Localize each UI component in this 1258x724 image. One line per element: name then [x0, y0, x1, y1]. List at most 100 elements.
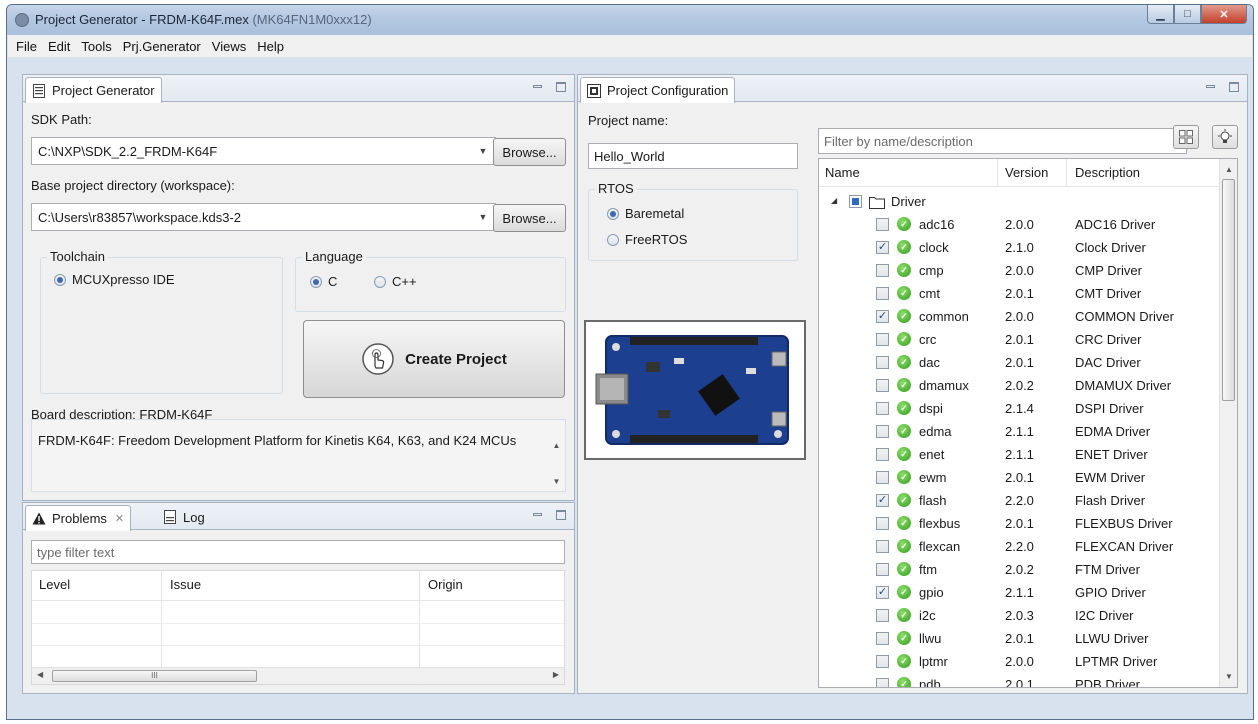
driver-row[interactable]: ✓ ✓ gpio 2.1.1 GPIO Driver	[819, 582, 1237, 605]
tab-project-configuration[interactable]: Project Configuration	[580, 77, 736, 103]
drivers-scrollbar[interactable]: ▲ ▼	[1219, 159, 1237, 687]
workspace-combo[interactable]: C:\Users\r83857\workspace.kds3-2 ▼	[31, 203, 496, 231]
driver-row[interactable]: ✓ crc 2.0.1 CRC Driver	[819, 329, 1237, 352]
minimize-button[interactable]: ▁	[1147, 5, 1174, 24]
driver-checkbox[interactable]: ✓	[876, 586, 889, 599]
driver-row[interactable]: ✓ flexbus 2.0.1 FLEXBUS Driver	[819, 513, 1237, 536]
project-name-input[interactable]: Hello_World	[588, 143, 798, 169]
maximize-view-icon[interactable]	[556, 82, 566, 92]
scroll-right-icon[interactable]: ▶	[553, 670, 559, 679]
maximize-button[interactable]: □	[1174, 5, 1201, 24]
language-c-radio[interactable]: C	[310, 274, 337, 289]
driver-row[interactable]: ✓ ✓ clock 2.1.0 Clock Driver	[819, 237, 1237, 260]
menu-help[interactable]: Help	[257, 39, 284, 54]
driver-checkbox[interactable]	[876, 402, 889, 415]
column-origin[interactable]: Origin	[428, 577, 463, 592]
driver-row[interactable]: ✓ flexcan 2.2.0 FLEXCAN Driver	[819, 536, 1237, 559]
driver-row[interactable]: ✓ pdb 2.0.1 PDB Driver	[819, 674, 1237, 687]
chevron-down-icon[interactable]: ▼	[471, 204, 495, 230]
driver-checkbox[interactable]	[876, 356, 889, 369]
tab-log[interactable]: Log	[157, 505, 211, 529]
driver-row[interactable]: ✓ lptmr 2.0.0 LPTMR Driver	[819, 651, 1237, 674]
column-name[interactable]: Name	[825, 165, 860, 180]
driver-row[interactable]: ✓ adc16 2.0.0 ADC16 Driver	[819, 214, 1237, 237]
toolchain-mcuxpresso-radio[interactable]: MCUXpresso IDE	[54, 272, 175, 287]
driver-row[interactable]: ✓ ftm 2.0.2 FTM Driver	[819, 559, 1237, 582]
driver-checkbox[interactable]	[876, 448, 889, 461]
minimize-view-icon[interactable]	[533, 513, 542, 516]
scroll-up-icon[interactable]: ▲	[548, 438, 565, 454]
tree-root-driver[interactable]: ◢ Driver	[819, 191, 1237, 214]
expand-arrow-icon[interactable]: ◢	[831, 196, 837, 205]
driver-checkbox[interactable]	[876, 609, 889, 622]
driver-row[interactable]: ✓ cmp 2.0.0 CMP Driver	[819, 260, 1237, 283]
driver-row[interactable]: ✓ i2c 2.0.3 I2C Driver	[819, 605, 1237, 628]
grid-view-button[interactable]	[1173, 125, 1199, 149]
maximize-view-icon[interactable]	[556, 510, 566, 520]
minimize-view-icon[interactable]	[1206, 85, 1215, 88]
scroll-thumb[interactable]	[1222, 179, 1235, 401]
menu-edit[interactable]: Edit	[48, 39, 70, 54]
column-description[interactable]: Description	[1075, 165, 1140, 180]
scroll-up-icon[interactable]: ▲	[1225, 165, 1233, 174]
tab-problems[interactable]: Problems ✕	[25, 505, 132, 531]
driver-checkbox[interactable]	[876, 333, 889, 346]
maximize-view-icon[interactable]	[1229, 82, 1239, 92]
driver-row[interactable]: ✓ dspi 2.1.4 DSPI Driver	[819, 398, 1237, 421]
driver-row[interactable]: ✓ dmamux 2.0.2 DMAMUX Driver	[819, 375, 1237, 398]
driver-checkbox[interactable]: ✓	[876, 494, 889, 507]
driver-row[interactable]: ✓ edma 2.1.1 EDMA Driver	[819, 421, 1237, 444]
driver-checkbox[interactable]	[876, 655, 889, 668]
menu-prj-generator[interactable]: Prj.Generator	[123, 39, 201, 54]
scroll-down-icon[interactable]: ▼	[1225, 672, 1233, 681]
menu-views[interactable]: Views	[212, 39, 246, 54]
workspace-browse-button[interactable]: Browse...	[493, 204, 566, 232]
create-project-button[interactable]: Create Project	[303, 320, 565, 398]
close-button[interactable]: ✕	[1201, 5, 1247, 24]
driver-checkbox[interactable]	[876, 632, 889, 645]
component-filter-input[interactable]: Filter by name/description	[818, 128, 1187, 154]
title-bar[interactable]: Project Generator - FRDM-K64F.mex (MK64F…	[7, 5, 1253, 35]
minimize-view-icon[interactable]	[533, 85, 542, 88]
column-level[interactable]: Level	[39, 577, 70, 592]
driver-checkbox[interactable]	[876, 379, 889, 392]
column-version[interactable]: Version	[1005, 165, 1048, 180]
board-description-scrollbar[interactable]: ▲ ▼	[548, 420, 565, 491]
driver-row[interactable]: ✓ dac 2.0.1 DAC Driver	[819, 352, 1237, 375]
driver-checkbox[interactable]: ✓	[876, 310, 889, 323]
sdk-browse-button[interactable]: Browse...	[493, 138, 566, 166]
driver-row[interactable]: ✓ cmt 2.0.1 CMT Driver	[819, 283, 1237, 306]
driver-row[interactable]: ✓ ✓ common 2.0.0 COMMON Driver	[819, 306, 1237, 329]
driver-checkbox[interactable]	[876, 218, 889, 231]
driver-checkbox[interactable]	[876, 517, 889, 530]
driver-checkbox[interactable]	[876, 563, 889, 576]
problems-hscrollbar[interactable]: ◀ III ▶	[32, 667, 564, 684]
chevron-down-icon[interactable]: ▼	[471, 138, 495, 164]
scroll-down-icon[interactable]: ▼	[548, 474, 565, 490]
menu-file[interactable]: File	[16, 39, 37, 54]
driver-checkbox[interactable]	[876, 287, 889, 300]
driver-checkbox[interactable]	[876, 425, 889, 438]
driver-row[interactable]: ✓ ewm 2.0.1 EWM Driver	[819, 467, 1237, 490]
driver-row[interactable]: ✓ ✓ flash 2.2.0 Flash Driver	[819, 490, 1237, 513]
scroll-left-icon[interactable]: ◀	[37, 670, 43, 679]
column-issue[interactable]: Issue	[170, 577, 201, 592]
driver-checkbox[interactable]	[876, 264, 889, 277]
driver-checkbox[interactable]	[876, 471, 889, 484]
driver-checkbox[interactable]	[876, 540, 889, 553]
close-tab-icon[interactable]: ✕	[115, 512, 124, 525]
driver-checkbox[interactable]	[876, 678, 889, 687]
driver-row[interactable]: ✓ enet 2.1.1 ENET Driver	[819, 444, 1237, 467]
scroll-thumb[interactable]: III	[52, 670, 257, 682]
rtos-freertos-radio[interactable]: FreeRTOS	[607, 232, 687, 247]
driver-checkbox[interactable]: ✓	[876, 241, 889, 254]
hint-button[interactable]	[1212, 125, 1238, 149]
problems-filter-input[interactable]: type filter text	[31, 540, 565, 564]
sdk-path-combo[interactable]: C:\NXP\SDK_2.2_FRDM-K64F ▼	[31, 137, 496, 165]
driver-row[interactable]: ✓ llwu 2.0.1 LLWU Driver	[819, 628, 1237, 651]
tab-project-generator[interactable]: Project Generator	[25, 77, 162, 103]
menu-tools[interactable]: Tools	[81, 39, 111, 54]
rtos-baremetal-radio[interactable]: Baremetal	[607, 206, 684, 221]
root-checkbox[interactable]	[849, 195, 862, 208]
language-cpp-radio[interactable]: C++	[374, 274, 417, 289]
